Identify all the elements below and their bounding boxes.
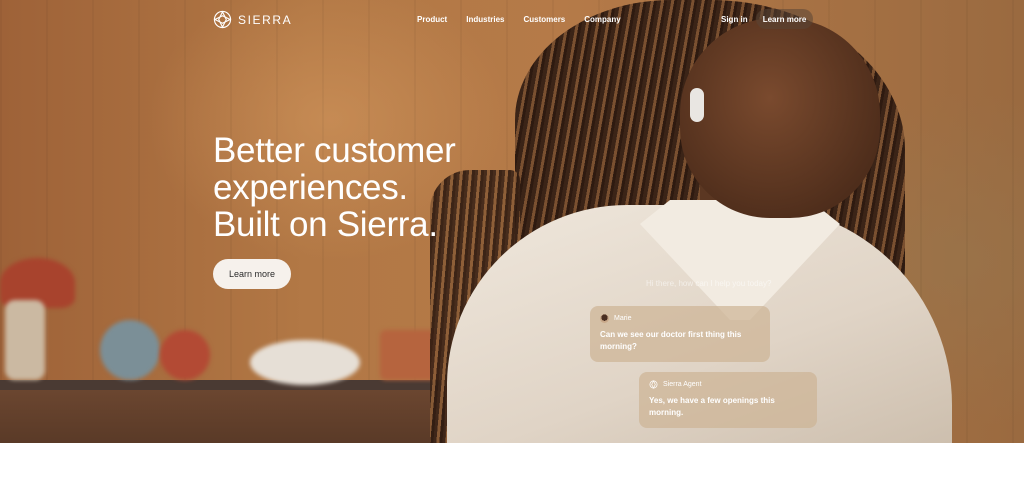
headline-line: experiences. xyxy=(213,168,408,207)
person-face xyxy=(680,18,880,218)
brand-logo[interactable]: SIERRA xyxy=(213,10,292,29)
message-header: Sierra Agent xyxy=(649,380,807,389)
sierra-logo-icon xyxy=(213,10,232,29)
toy-figure xyxy=(250,340,360,385)
message-text: Yes, we have a few openings this morning… xyxy=(649,396,775,417)
headline-line: Better customer xyxy=(213,131,456,170)
sierra-agent-icon xyxy=(649,380,658,389)
message-header: Marie xyxy=(600,314,760,323)
earbud xyxy=(690,88,704,122)
nav-link-customers[interactable]: Customers xyxy=(523,15,565,24)
chat-message-agent: Sierra Agent Yes, we have a few openings… xyxy=(639,372,817,428)
toy-figure xyxy=(100,320,160,380)
hero-learn-more-button[interactable]: Learn more xyxy=(213,259,291,289)
nav-link-industries[interactable]: Industries xyxy=(466,15,504,24)
avatar xyxy=(600,314,609,323)
nav-link-company[interactable]: Company xyxy=(584,15,620,24)
toy-stem xyxy=(5,300,45,380)
message-text: Can we see our doctor first thing this m… xyxy=(600,330,742,351)
chat-prompt: Hi there, how can I help you today? xyxy=(646,279,772,288)
hero-headline: Better customer experiences. Built on Si… xyxy=(213,132,513,243)
nav-learn-more-button[interactable]: Learn more xyxy=(756,9,813,29)
sign-in-link[interactable]: Sign in xyxy=(721,15,748,24)
brand-name: SIERRA xyxy=(238,12,293,27)
toy-figure xyxy=(160,330,210,380)
message-sender: Marie xyxy=(614,315,632,322)
toy-shelf xyxy=(0,380,445,443)
top-nav: SIERRA Product Industries Customers Comp… xyxy=(0,0,1024,40)
headline-line: Built on Sierra. xyxy=(213,205,438,244)
message-sender: Sierra Agent xyxy=(663,381,702,388)
chat-message-user: Marie Can we see our doctor first thing … xyxy=(590,306,770,362)
nav-links: Product Industries Customers Company xyxy=(417,15,621,24)
nav-link-product[interactable]: Product xyxy=(417,15,447,24)
